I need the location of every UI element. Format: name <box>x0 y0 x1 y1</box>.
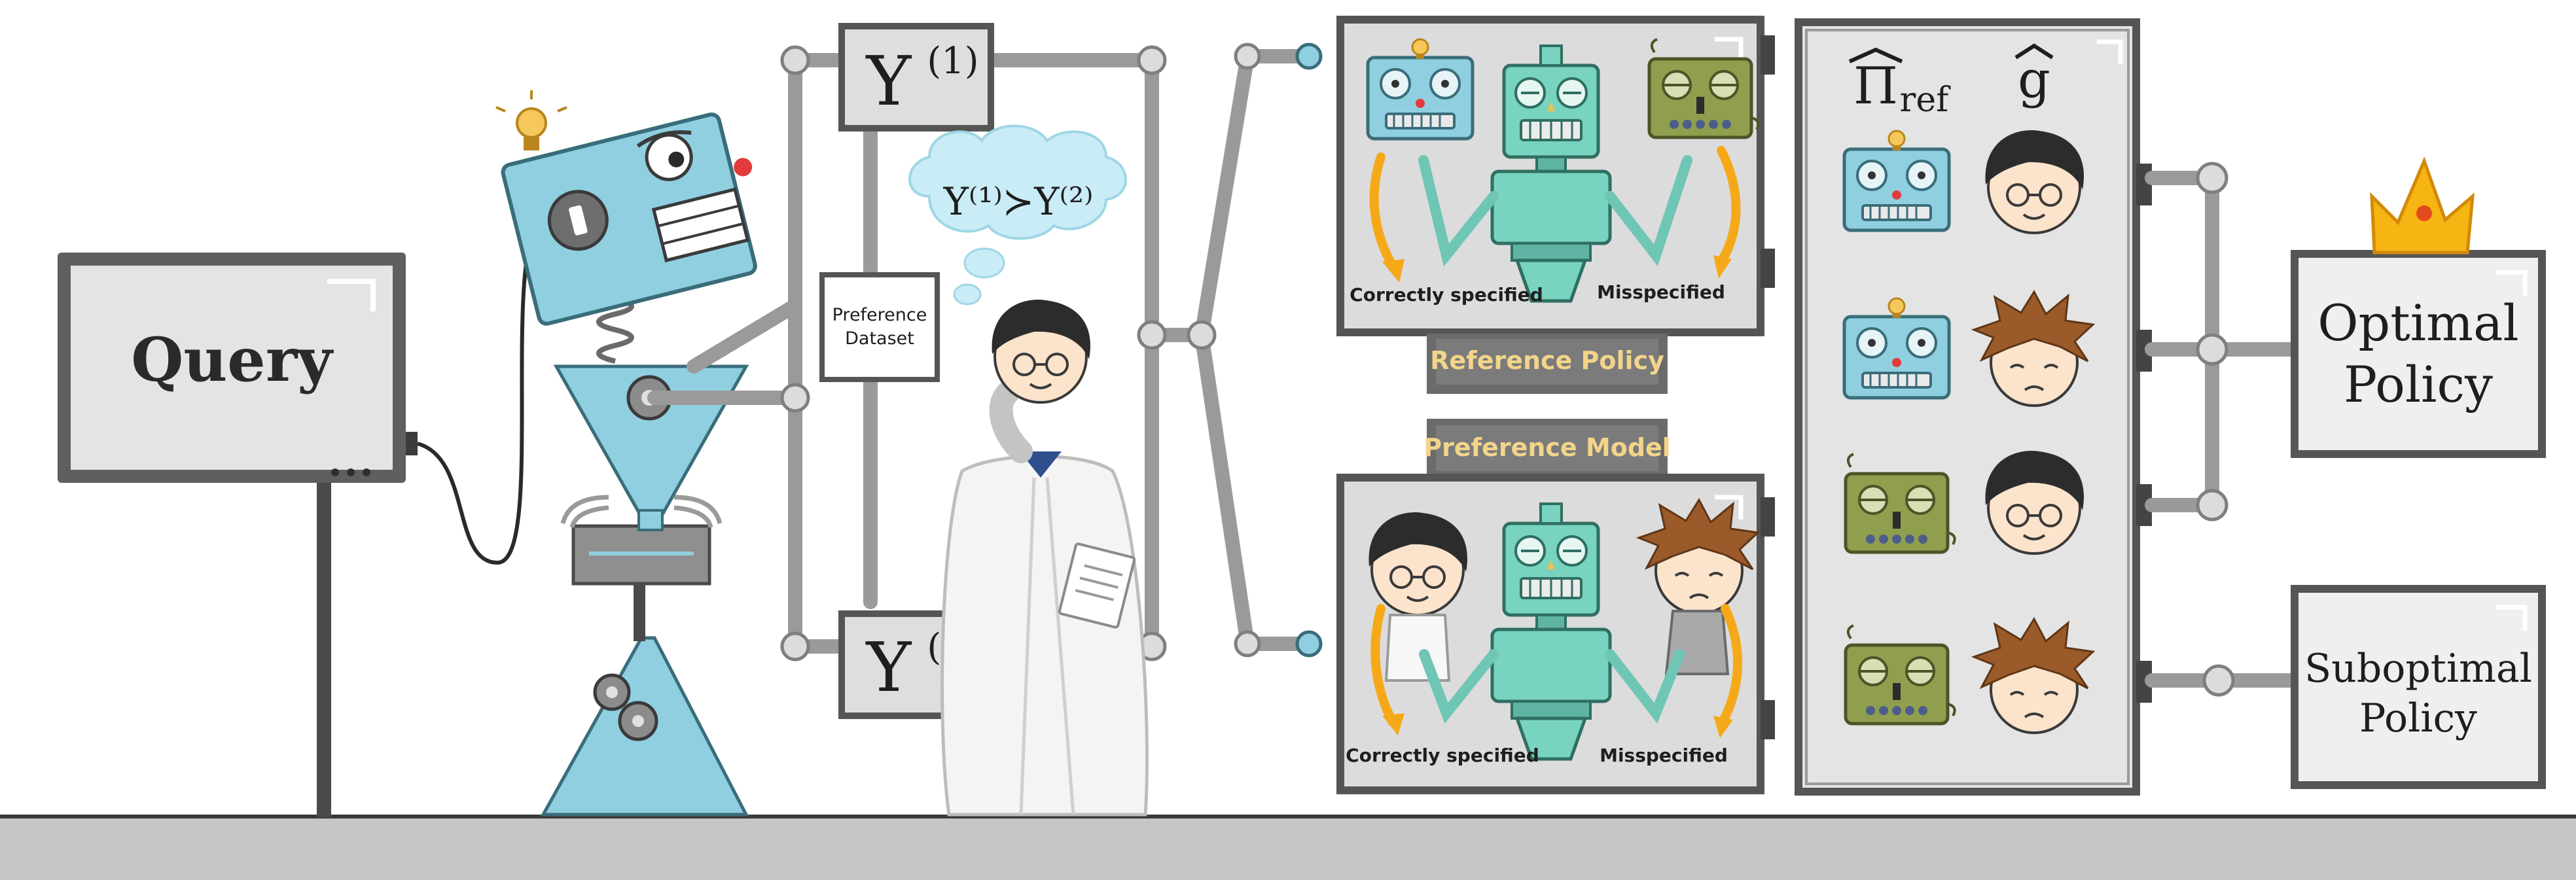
dataset-line1: Preference <box>832 305 927 325</box>
ref-misspecified-caption: Misspecified <box>1597 281 1725 303</box>
preference-model-tag: Preference Model <box>1423 419 1671 479</box>
pi-ref-symbol: Π <box>1853 57 1898 116</box>
preference-model-panel: Correctly specified Misspecified <box>1336 474 1775 794</box>
reference-policy-label: Reference Policy <box>1430 346 1664 375</box>
preference-dataset-box: Preference Dataset <box>819 272 940 382</box>
optimal-line2: Policy <box>2344 355 2493 414</box>
gear-icon <box>618 701 658 741</box>
y2-symbol: Y <box>865 627 912 707</box>
suboptimal-line1: Suboptimal <box>2304 646 2532 692</box>
y1-superscript: (1) <box>927 40 978 82</box>
reference-policy-panel: Correctly specified Misspecified <box>1336 16 1775 336</box>
generator-robot <box>495 90 757 817</box>
suboptimal-policy-box: Suboptimal Policy <box>2291 585 2546 789</box>
scientist-annotator <box>940 298 1149 817</box>
pref-misspecified-caption: Misspecified <box>1600 745 1728 766</box>
pref-correct-caption: Correctly specified <box>1346 745 1539 766</box>
lightbulb-icon <box>495 90 567 150</box>
response-y1-box: Y (1) <box>838 23 994 132</box>
query-cable <box>417 221 539 565</box>
gear-icon <box>593 673 631 711</box>
crown-icon <box>2370 156 2475 255</box>
pipeline-diagram: Query Y (1) Y Preference Dataset Y⁽¹⁾≻Y⁽… <box>0 16 2576 880</box>
optimal-policy-box: Optimal Policy <box>2291 250 2546 458</box>
query-label: Query <box>131 325 334 395</box>
ref-correct-caption: Correctly specified <box>1350 284 1543 306</box>
pi-ref-subscript: ref <box>1900 80 1952 120</box>
dataset-line2: Dataset <box>845 328 914 349</box>
thought-bubble: Y⁽¹⁾≻Y⁽²⁾ <box>908 124 1127 306</box>
suboptimal-line2: Policy <box>2359 695 2477 741</box>
optimal-line1: Optimal <box>2317 294 2519 352</box>
ground-floor <box>0 817 2576 880</box>
preference-model-label: Preference Model <box>1423 433 1671 462</box>
combination-panel: Π ref g <box>1795 18 2152 796</box>
output-pipes <box>2145 162 2302 697</box>
reference-policy-tag: Reference Policy <box>1427 334 1668 394</box>
g-hat-symbol: g <box>2018 50 2050 109</box>
y1-symbol: Y <box>865 41 912 121</box>
query-monitor: Query <box>58 253 418 817</box>
preference-relation-text: Y⁽¹⁾≻Y⁽²⁾ <box>943 179 1094 224</box>
